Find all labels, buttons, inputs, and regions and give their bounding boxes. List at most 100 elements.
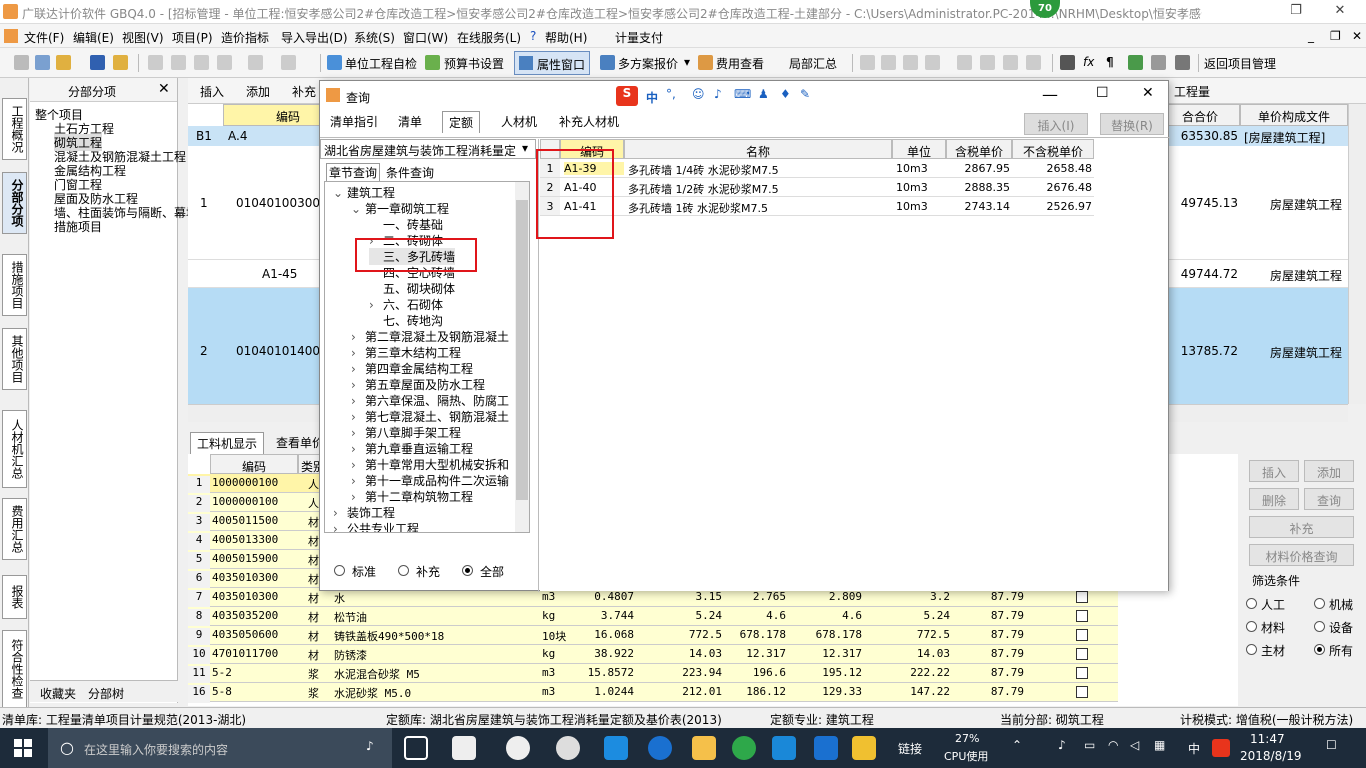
add-button[interactable]: 添加 [1304, 460, 1354, 482]
tree-node[interactable]: › 第十章常用大型机械安拆和 [351, 456, 509, 473]
chevron-right-icon[interactable]: › [351, 442, 365, 456]
tree-node[interactable]: › 第二章混凝土及钢筋混凝土 [351, 328, 509, 345]
insert-button[interactable]: 插入 [1249, 460, 1299, 482]
redo-icon[interactable] [281, 55, 296, 70]
emoji-icon[interactable]: ☺ [692, 87, 705, 101]
cube-icon[interactable] [1128, 55, 1143, 70]
chevron-right-icon[interactable]: › [333, 522, 347, 532]
filter-all-radio[interactable] [1314, 644, 1325, 655]
tab-compliance[interactable]: 符合性检查 [2, 630, 27, 708]
filter-material-radio[interactable] [1246, 621, 1257, 632]
undo-icon[interactable] [248, 55, 263, 70]
tree-node[interactable]: › 第十一章成品构件二次运输 [351, 472, 509, 489]
menu-payment[interactable]: 计量支付 [615, 29, 663, 46]
table-row[interactable]: 10 4701011700 材 防锈漆 kg 38.922 14.03 12.317 12.31… [188, 645, 1118, 665]
layers-icon[interactable] [1151, 55, 1166, 70]
tab-other-items[interactable]: 其他项目 [2, 328, 27, 390]
tab-labor-display[interactable]: 工料机显示 [190, 432, 265, 455]
gbq-app-icon[interactable] [852, 736, 876, 760]
grid-icon[interactable] [1175, 55, 1190, 70]
filter-equipment-radio[interactable] [1314, 621, 1325, 632]
chevron-right-icon[interactable]: › [351, 458, 365, 472]
battery-icon[interactable]: ▭ [1084, 738, 1095, 752]
plus-app-icon[interactable] [814, 736, 838, 760]
chevron-right-icon[interactable]: › [351, 330, 365, 344]
tab-reports[interactable]: 报表 [2, 575, 27, 619]
tab-chapter-query[interactable]: 章节查询 [326, 163, 381, 181]
quota-row[interactable]: 1 A1-39 多孔砖墙 1/4砖 水泥砂浆M7.5 10m3 2867.95 2658.… [540, 159, 1094, 178]
save-icon[interactable] [90, 55, 105, 70]
partial-summary-label[interactable]: 局部汇总 [789, 55, 837, 72]
menu-edit[interactable]: 编辑(E) [73, 29, 114, 46]
multi-plan-button[interactable]: 多方案报价 [618, 55, 678, 72]
arrow-up-icon[interactable] [1003, 55, 1018, 70]
tree-node[interactable]: › 六、石砌体 [369, 296, 443, 313]
menu-file[interactable]: 文件(F) [24, 29, 64, 46]
filter-main-material-radio[interactable] [1246, 644, 1257, 655]
punct-icon[interactable]: °, [666, 87, 676, 101]
all-radio[interactable] [462, 565, 473, 576]
filter-labor-radio[interactable] [1246, 598, 1257, 609]
open-folder-icon[interactable] [56, 55, 71, 70]
copy-icon[interactable] [171, 55, 186, 70]
chevron-down-icon[interactable]: ⌄ [333, 186, 347, 200]
tree-node[interactable]: › 第五章屋面及防水工程 [351, 376, 485, 393]
quota-row[interactable]: 2 A1-40 多孔砖墙 1/2砖 水泥砂浆M7.5 10m3 2888.35 2676.… [540, 178, 1094, 197]
edge-icon[interactable] [604, 736, 628, 760]
paragraph-icon[interactable]: ¶ [1106, 55, 1114, 69]
volume-icon[interactable]: ◁ [1130, 738, 1139, 752]
row-checkbox[interactable] [1076, 648, 1088, 660]
menu-view[interactable]: 视图(V) [122, 29, 164, 46]
fee-view-button[interactable]: 费用查看 [716, 55, 764, 72]
cut-icon[interactable] [148, 55, 163, 70]
supplement-radio[interactable] [398, 565, 409, 576]
keyboard-icon[interactable]: ⌨ [734, 87, 751, 101]
wifi-icon[interactable]: ◠ [1108, 738, 1118, 752]
tab-bill-guide[interactable]: 清单指引 [324, 111, 384, 133]
tree-node[interactable]: › 第四章金属结构工程 [351, 360, 473, 377]
tab-section-tree[interactable]: 分部树 [88, 685, 124, 702]
row-checkbox[interactable] [1076, 686, 1088, 698]
sogou-icon[interactable] [1212, 739, 1230, 757]
maximize-icon[interactable]: ☐ [1096, 85, 1109, 101]
properties-window-button[interactable]: 属性窗口 [514, 51, 590, 75]
chevron-right-icon[interactable]: › [351, 490, 365, 504]
tree-node[interactable]: ⌄ 第一章砌筑工程 [351, 200, 449, 217]
calculator-icon[interactable] [1060, 55, 1075, 70]
minimize-icon[interactable]: — [1042, 85, 1058, 104]
menu-help[interactable]: 帮助(H) [545, 29, 587, 46]
tab-quota[interactable]: 定额 [442, 111, 481, 133]
chevron-right-icon[interactable]: › [369, 298, 383, 312]
mdi-restore-button[interactable]: ❐ [1330, 29, 1341, 43]
material-price-query-button[interactable]: 材料价格查询 [1249, 544, 1354, 566]
chevron-right-icon[interactable]: › [351, 394, 365, 408]
keyboard-icon[interactable]: ▦ [1154, 738, 1165, 752]
folder-icon[interactable] [113, 55, 128, 70]
menu-system[interactable]: 系统(S) [354, 29, 395, 46]
tree-node[interactable]: › 第十二章构筑物工程 [351, 488, 473, 505]
notification-icon[interactable]: ☐ [1326, 738, 1337, 752]
chevron-right-icon[interactable]: › [333, 506, 347, 520]
chevron-up-icon[interactable]: ⌃ [1012, 738, 1022, 752]
task-view-icon[interactable] [404, 736, 428, 760]
arrow-right-icon[interactable] [980, 55, 995, 70]
mdi-close-button[interactable]: ✕ [1352, 29, 1362, 43]
menu-online[interactable]: 在线服务(L) [457, 29, 521, 46]
close-icon[interactable]: ✕ [1142, 85, 1154, 101]
close-window-button[interactable]: ✕ [1320, 3, 1360, 21]
tab-favorites[interactable]: 收藏夹 [40, 685, 76, 702]
restore-button[interactable]: ❐ [1276, 3, 1316, 21]
filter-machine-radio[interactable] [1314, 598, 1325, 609]
formula-icon[interactable]: fx [1083, 55, 1094, 69]
menu-cost-index[interactable]: 造价指标 [221, 29, 269, 46]
row-checkbox[interactable] [1076, 610, 1088, 622]
g-app-icon[interactable] [772, 736, 796, 760]
chevron-down-icon[interactable]: ⌄ [351, 202, 365, 216]
user-icon[interactable]: ♟ [758, 87, 769, 101]
clock-date[interactable]: 2018/8/19 [1240, 749, 1302, 763]
delete-icon[interactable] [217, 55, 232, 70]
swirl-app-icon[interactable] [556, 736, 580, 760]
table-row[interactable]: 9 4035050600 材 铸铁盖板490*500*18 10块 16.068 772.5… [188, 626, 1118, 646]
supplement-button[interactable]: 补充 [1249, 516, 1354, 538]
chevron-right-icon[interactable]: › [351, 378, 365, 392]
